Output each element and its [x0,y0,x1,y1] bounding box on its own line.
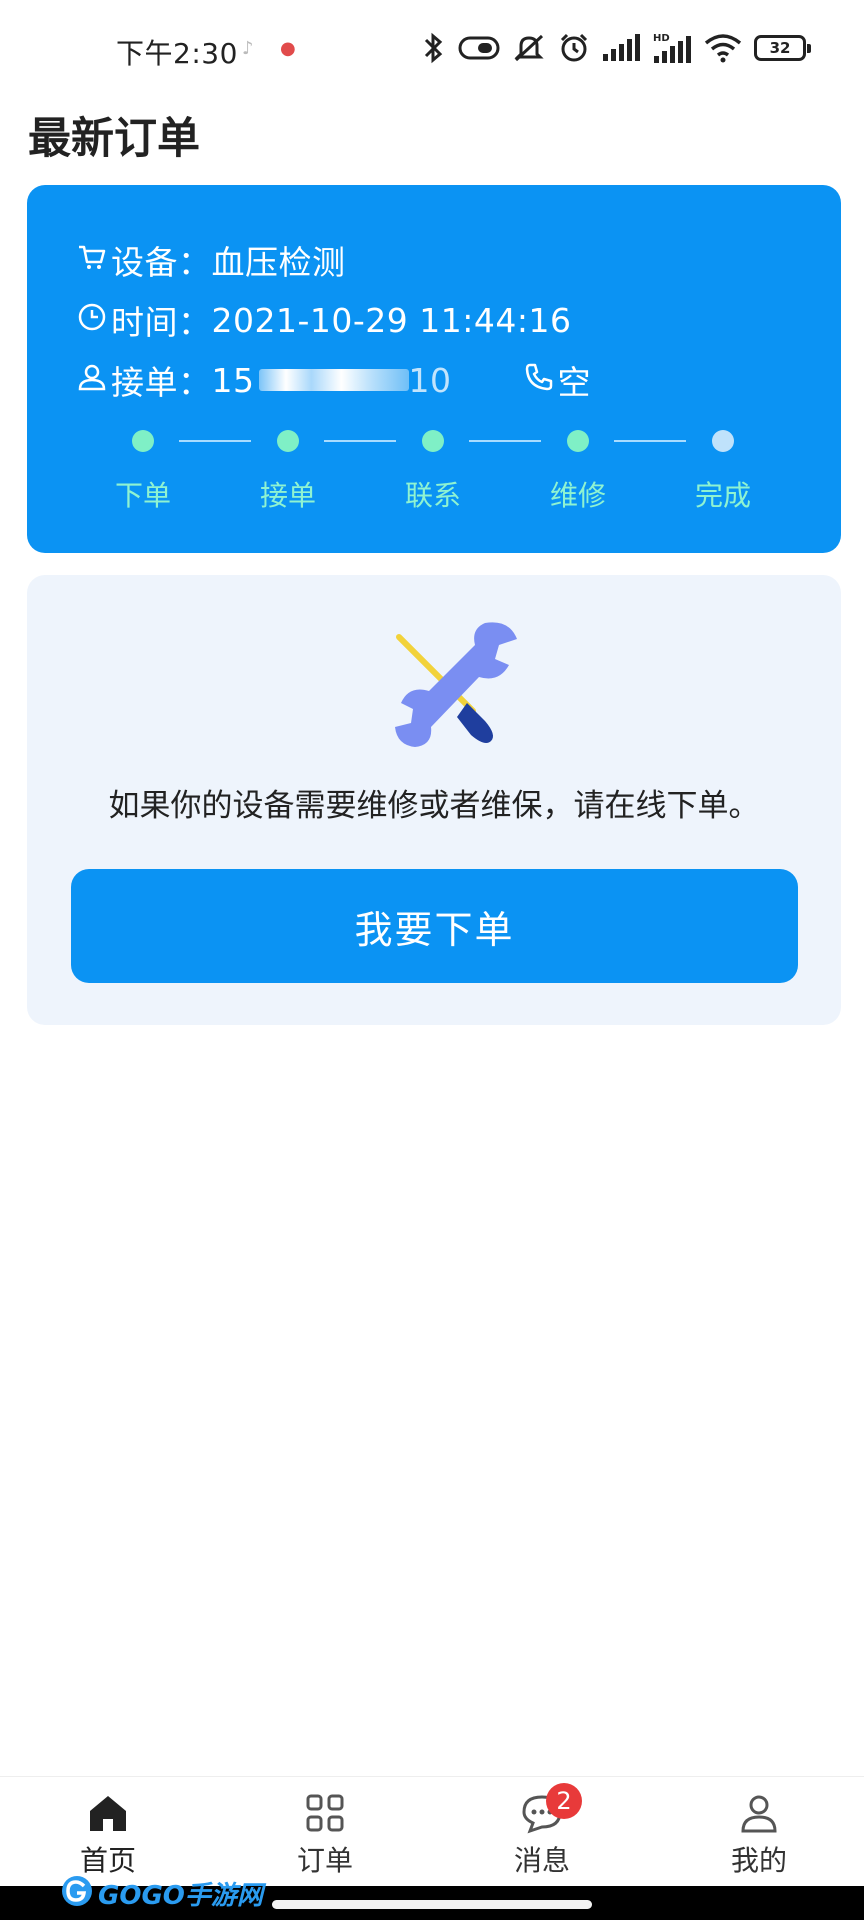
battery-icon: 32 [754,35,811,61]
step-line [324,440,396,442]
latest-order-card[interactable]: 设备： 血压检测 时间： 2021-10-29 11:44:16 接单： 15 … [27,185,841,553]
alarm-icon [558,32,590,64]
time-value: 2021-10-29 11:44:16 [211,300,572,340]
step-dot-accept [277,430,299,452]
hd-signal-icon: HD [652,32,692,64]
nav-item-home[interactable]: 首页 [48,1791,168,1879]
contact-phone[interactable]: 空 [524,356,592,404]
order-progress: 下单 接单 联系 维修 完成 [27,430,841,520]
step-label-complete: 完成 [694,479,751,512]
screen: 下午2:30 ♪ ● HD 32 最新订单 设备： 血压检测 时间： 2021-… [0,0,864,1920]
step-line [614,440,686,442]
bluetooth-icon [420,32,446,64]
step-dot-repair [567,430,589,452]
user-icon [699,1791,819,1835]
svg-text:HD: HD [653,33,670,44]
phone-icon [524,361,558,400]
taker-row: 接单： 15 10 空 [77,357,591,403]
service-description: 如果你的设备需要维修或者维保，请在线下单。 [108,788,760,824]
step-line [469,440,541,442]
step-label-accept: 接单 [259,479,316,512]
nav-item-messages[interactable]: 2 消息 [482,1783,602,1879]
step-label-repair: 维修 [549,479,606,512]
watermark-logo-icon [60,1874,94,1912]
watermark-text: GOGO手游网 [98,1880,263,1911]
mute-icon [512,32,546,64]
step-line [179,440,251,442]
taker-suffix: 10 [408,360,452,400]
device-label: 设备： [111,243,212,282]
step-dot-order [132,430,154,452]
status-bar: 下午2:30 ♪ ● HD 32 [0,0,864,96]
user-icon [77,361,111,400]
clock-icon [77,301,111,340]
nav-item-profile[interactable]: 我的 [699,1791,819,1879]
step-label-order: 下单 [114,479,171,512]
signal-icon [602,34,640,62]
repair-tools-icon [387,615,527,759]
taker-prefix: 15 [211,360,255,400]
taker-label: 接单： [111,363,212,402]
home-icon [48,1791,168,1835]
step-dot-contact [422,430,444,452]
phone-value: 空 [557,363,591,402]
time-label: 时间： [111,303,212,342]
blurred-phone-mask [258,369,409,391]
cart-icon [77,241,111,280]
nav-label-orders: 订单 [296,1844,353,1877]
page-title: 最新订单 [28,114,200,164]
nav-label-messages: 消息 [513,1844,570,1877]
device-value: 血压检测 [211,243,346,282]
service-card: 如果你的设备需要维修或者维保，请在线下单。 我要下单 [27,575,841,1025]
wifi-icon [704,33,742,63]
nav-label-profile: 我的 [730,1844,787,1877]
device-row: 设备： 血压检测 [77,237,346,283]
home-indicator[interactable] [272,1900,592,1909]
watermark: GOGO手游网 [60,1868,263,1918]
message-badge: 2 [546,1783,582,1819]
step-dot-complete [712,430,734,452]
message-icon [482,1791,602,1835]
status-icons: HD 32 [420,30,811,66]
time-row: 时间： 2021-10-29 11:44:16 [77,297,571,343]
notification-icon: ♪ [242,38,254,59]
step-label-contact: 联系 [404,479,461,512]
place-order-button[interactable]: 我要下单 [71,869,798,983]
toggle-icon [458,34,500,62]
status-time: 下午2:30 [116,37,238,70]
app-notification-icon: ● [280,38,296,59]
grid-icon [265,1791,385,1835]
nav-item-orders[interactable]: 订单 [265,1791,385,1879]
